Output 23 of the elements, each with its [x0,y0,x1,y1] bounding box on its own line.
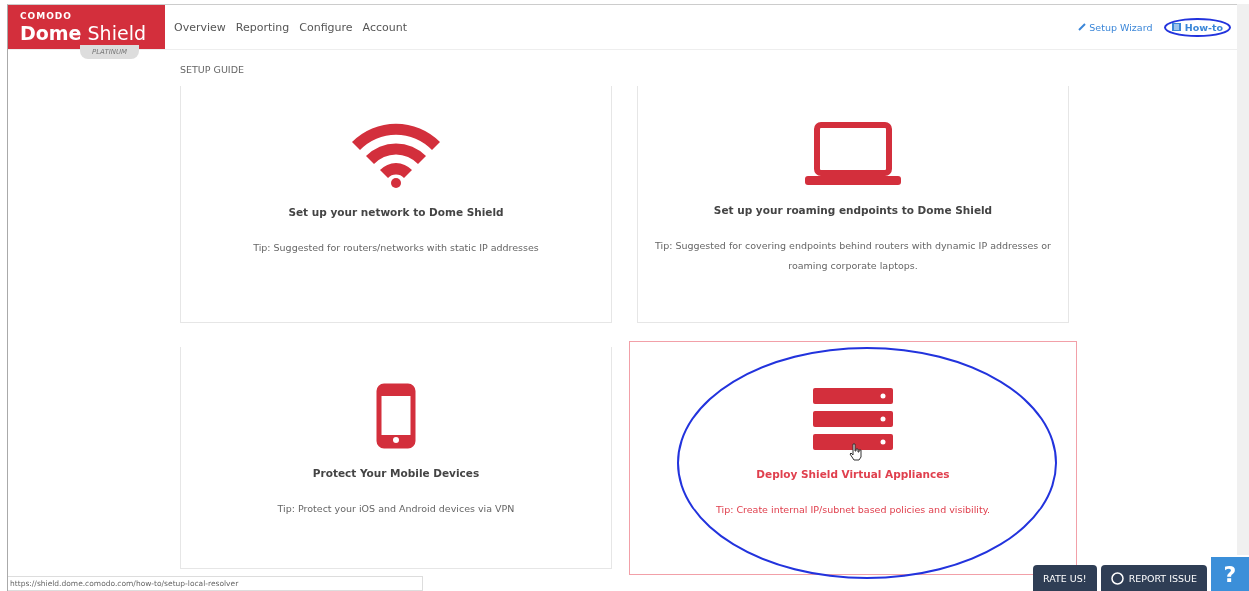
nav-link[interactable]: Account [362,20,408,34]
report-issue-button[interactable]: REPORT ISSUE [1100,565,1207,591]
card-tip: Tip: Suggested for covering endpoints behind routers with dynamic IP addresses or roaming corporate laptops. [654,239,1052,273]
nav-link[interactable]: Configure [299,20,353,34]
nav-link[interactable]: Reporting [235,20,290,34]
card-tip: Tip: Protect your iOS and Android devices via VPN [277,502,515,516]
card-title: Set up your roaming endpoints to Dome Shield [713,204,993,216]
logo-company: COMODO [20,11,73,21]
card-title: Set up your network to Dome Shield [288,206,504,218]
how-to-link[interactable]: How-to [1164,17,1231,37]
setup-card[interactable]: Set up your network to Dome Shield Tip: Suggested for routers/networks with static IP addresses [180,86,612,323]
logo-product: Dome Shield [20,22,147,44]
setup-card[interactable]: Set up your roaming endpoints to Dome Shield Tip: Suggested for covering endpoints behind routers with dynamic IP addresses or roaming corporate laptops. [637,86,1069,323]
nav-link[interactable]: Overview [174,20,226,34]
section-title: SETUP GUIDE [180,64,245,75]
card-tip: Tip: Create internal IP/subnet based policies and visibility. [716,503,990,517]
card-tip: Tip: Suggested for routers/networks with static IP addresses [253,241,539,255]
card-title: Protect Your Mobile Devices [312,467,480,479]
setup-card[interactable]: Protect Your Mobile Devices Tip: Protect your iOS and Android devices via VPN [180,347,612,569]
setup-wizard-link[interactable]: Setup Wizard [1072,19,1159,35]
setup-card[interactable]: Deploy Shield Virtual Appliances Tip: Create internal IP/subnet based policies and visibility. [629,341,1077,575]
rate-us-button[interactable]: RATE US! [1033,565,1097,591]
card-title: Deploy Shield Virtual Appliances [756,468,950,480]
